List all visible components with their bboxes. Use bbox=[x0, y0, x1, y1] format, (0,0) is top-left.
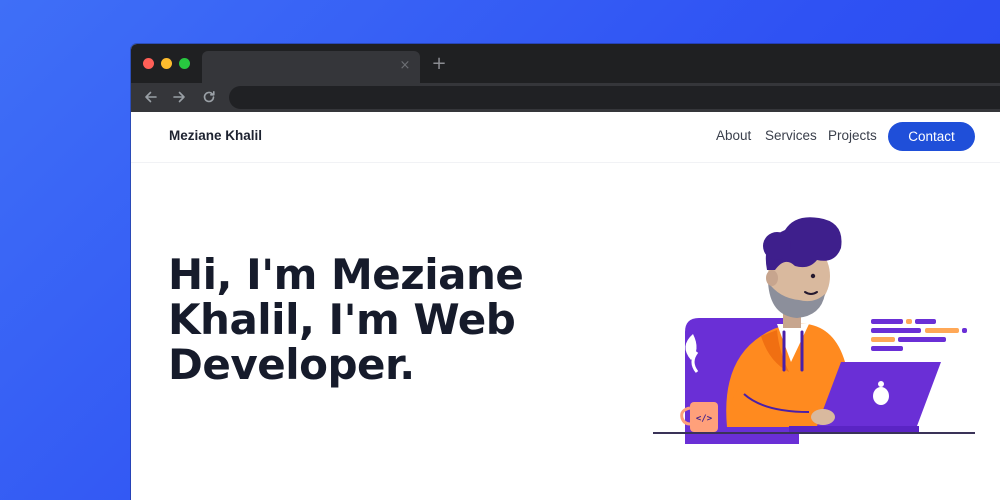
minimize-window-button[interactable] bbox=[161, 58, 172, 69]
forward-arrow-icon[interactable] bbox=[171, 89, 187, 105]
back-arrow-icon[interactable] bbox=[143, 89, 159, 105]
close-window-button[interactable] bbox=[143, 58, 154, 69]
web-page: Meziane Khalil About Services Projects C… bbox=[131, 112, 1000, 500]
hero-title-line-1: Hi, I'm Meziane bbox=[168, 250, 524, 299]
mug-label: </> bbox=[696, 414, 713, 424]
nav-link-services[interactable]: Services bbox=[765, 128, 817, 143]
browser-tab-bar: × + bbox=[131, 44, 1000, 83]
tab-close-icon[interactable]: × bbox=[398, 59, 412, 73]
code-lines bbox=[871, 319, 967, 351]
contact-button[interactable]: Contact bbox=[888, 122, 975, 151]
new-tab-icon[interactable]: + bbox=[431, 55, 447, 73]
hero-title: Hi, I'm Meziane Khalil, I'm Web Develope… bbox=[168, 252, 548, 387]
reload-icon[interactable] bbox=[201, 89, 217, 105]
developer-illustration: </> bbox=[653, 217, 975, 444]
site-navbar: Meziane Khalil About Services Projects C… bbox=[131, 112, 1000, 163]
address-bar[interactable] bbox=[229, 86, 1000, 109]
browser-tab[interactable]: × bbox=[202, 51, 420, 83]
maximize-window-button[interactable] bbox=[179, 58, 190, 69]
nav-link-projects[interactable]: Projects bbox=[828, 128, 877, 143]
browser-toolbar bbox=[131, 83, 1000, 112]
site-brand[interactable]: Meziane Khalil bbox=[169, 128, 262, 143]
browser-window: × + Meziane Khalil About Services Projec… bbox=[131, 44, 1000, 500]
nav-link-about[interactable]: About bbox=[716, 128, 751, 143]
hero-title-line-3: Developer. bbox=[168, 340, 415, 389]
hero-title-line-2: Khalil, I'm Web bbox=[168, 295, 516, 344]
